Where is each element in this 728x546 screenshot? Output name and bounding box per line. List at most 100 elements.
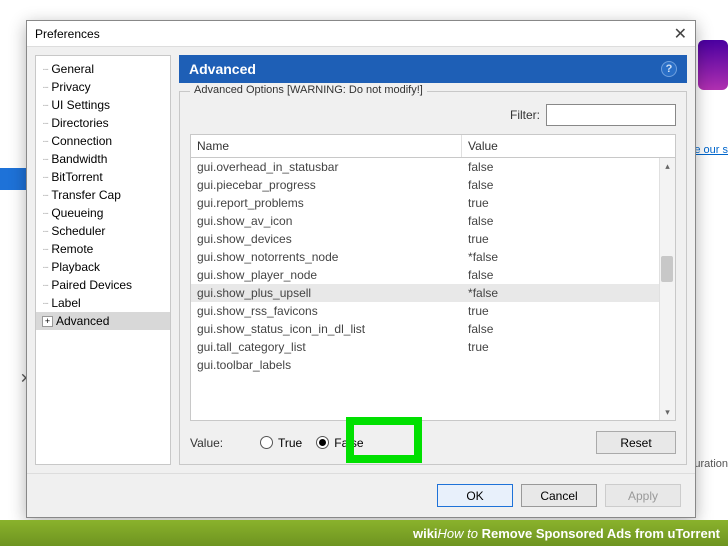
tree-item-privacy[interactable]: ···· Privacy [36, 78, 170, 96]
tree-dotline: ···· [42, 262, 47, 273]
cell-name: gui.piecebar_progress [191, 177, 462, 193]
grid-row[interactable]: gui.show_notorrents_node*false [191, 248, 675, 266]
filter-input[interactable] [546, 104, 676, 126]
tree-dotline: ···· [42, 226, 47, 237]
scrollbar[interactable]: ▴ ▾ [659, 158, 675, 420]
radio-true-circle[interactable] [260, 436, 273, 449]
cell-name: gui.show_status_icon_in_dl_list [191, 321, 462, 337]
tree-item-label: Privacy [51, 80, 90, 94]
tree-item-label: Transfer Cap [51, 188, 121, 202]
tree-dotline: ···· [42, 154, 47, 165]
cell-value: true [462, 231, 675, 247]
cell-name: gui.show_av_icon [191, 213, 462, 229]
cell-value: false [462, 267, 675, 283]
tree-item-label: Playback [51, 260, 100, 274]
col-header-value[interactable]: Value [462, 135, 675, 157]
tree-dotline: ···· [42, 64, 47, 75]
grid-row[interactable]: gui.overhead_in_statusbarfalse [191, 158, 675, 176]
tree-item-transfer-cap[interactable]: ···· Transfer Cap [36, 186, 170, 204]
grid-row[interactable]: gui.show_status_icon_in_dl_listfalse [191, 320, 675, 338]
cell-value: false [462, 177, 675, 193]
tree-item-label: Advanced [56, 314, 109, 328]
ok-button[interactable]: OK [437, 484, 513, 507]
tree-item-label: Directories [51, 116, 108, 130]
background-link[interactable]: e our s [694, 144, 728, 156]
background-accent [698, 40, 728, 90]
grid-row[interactable]: gui.show_devicestrue [191, 230, 675, 248]
tree-dotline: ···· [42, 244, 47, 255]
wikihow-text: wikiHow to Remove Sponsored Ads from uTo… [413, 526, 720, 541]
tree-item-remote[interactable]: ···· Remote [36, 240, 170, 258]
grid-row[interactable]: gui.tall_category_listtrue [191, 338, 675, 356]
tree-item-label: Connection [51, 134, 112, 148]
cell-name: gui.report_problems [191, 195, 462, 211]
tree-dotline: ···· [42, 298, 47, 309]
cell-name: gui.show_player_node [191, 267, 462, 283]
tree-item-bittorrent[interactable]: ····BitTorrent [36, 168, 170, 186]
value-editor-row: Value: True False Reset [190, 431, 676, 454]
tree-dotline: ···· [42, 82, 47, 93]
cell-name: gui.show_plus_upsell [191, 285, 462, 301]
cell-value: false [462, 159, 675, 175]
cell-value: true [462, 339, 675, 355]
tree-item-scheduler[interactable]: ····Scheduler [36, 222, 170, 240]
grid-row[interactable]: gui.show_av_iconfalse [191, 212, 675, 230]
scroll-thumb[interactable] [661, 256, 673, 282]
tree-item-connection[interactable]: ···· Connection [36, 132, 170, 150]
tree-item-label: Bandwidth [51, 152, 107, 166]
background-text: uration [694, 458, 728, 470]
category-tree[interactable]: ····General····Privacy····UI Settings···… [35, 55, 171, 465]
tree-item-label: Paired Devices [51, 278, 132, 292]
wikihow-caption-bar: wikiHow to Remove Sponsored Ads from uTo… [0, 520, 728, 546]
reset-button[interactable]: Reset [596, 431, 676, 454]
cell-name: gui.toolbar_labels [191, 357, 462, 373]
radio-false-label: False [334, 436, 363, 450]
expand-icon[interactable]: + [42, 316, 53, 327]
tree-dotline: ···· [42, 100, 47, 111]
panel-header: Advanced ? [179, 55, 687, 83]
tree-item-playback[interactable]: ···· Playback [36, 258, 170, 276]
background-selected-tab [0, 168, 26, 190]
apply-button[interactable]: Apply [605, 484, 681, 507]
tree-item-ui-settings[interactable]: ····UI Settings [36, 96, 170, 114]
grid-row[interactable]: gui.show_player_nodefalse [191, 266, 675, 284]
grid-row[interactable]: gui.piecebar_progressfalse [191, 176, 675, 194]
tree-dotline: ···· [42, 118, 47, 129]
panel-header-title: Advanced [189, 61, 256, 77]
tree-item-label: Remote [51, 242, 93, 256]
grid-row[interactable]: gui.toolbar_labels [191, 356, 675, 374]
cancel-button[interactable]: Cancel [521, 484, 597, 507]
grid-row[interactable]: gui.report_problemstrue [191, 194, 675, 212]
tree-item-label[interactable]: ····Label [36, 294, 170, 312]
cell-value: *false [462, 249, 675, 265]
scroll-down-icon[interactable]: ▾ [660, 404, 675, 420]
radio-true-label: True [278, 436, 302, 450]
tree-item-queueing[interactable]: ····Queueing [36, 204, 170, 222]
grid-row[interactable]: gui.show_rss_faviconstrue [191, 302, 675, 320]
radio-false-circle[interactable] [316, 436, 329, 449]
tree-item-label: BitTorrent [51, 170, 102, 184]
grid-body[interactable]: gui.overhead_in_statusbarfalsegui.pieceb… [191, 158, 675, 420]
cell-value: true [462, 195, 675, 211]
help-icon[interactable]: ? [661, 61, 677, 77]
radio-false[interactable]: False [316, 436, 363, 450]
tree-item-general[interactable]: ····General [36, 60, 170, 78]
tree-item-advanced[interactable]: +Advanced [36, 312, 170, 330]
advanced-groupbox: Advanced Options [WARNING: Do not modify… [179, 91, 687, 465]
tree-item-directories[interactable]: ···· Directories [36, 114, 170, 132]
col-header-name[interactable]: Name [191, 135, 462, 157]
tree-item-paired-devices[interactable]: ····Paired Devices [36, 276, 170, 294]
options-grid[interactable]: Name Value gui.overhead_in_statusbarfals… [190, 134, 676, 421]
cell-name: gui.show_rss_favicons [191, 303, 462, 319]
tree-item-label: Queueing [51, 206, 103, 220]
close-icon[interactable]: ✕ [674, 24, 687, 44]
radio-true[interactable]: True [260, 436, 302, 450]
preferences-dialog: Preferences ✕ ····General····Privacy····… [26, 20, 696, 518]
tree-item-bandwidth[interactable]: ···· Bandwidth [36, 150, 170, 168]
tree-dotline: ···· [42, 190, 47, 201]
scroll-up-icon[interactable]: ▴ [660, 158, 675, 174]
value-label: Value: [190, 436, 246, 450]
cell-name: gui.show_devices [191, 231, 462, 247]
grid-row[interactable]: gui.show_plus_upsell*false [191, 284, 675, 302]
tree-dotline: ···· [42, 136, 47, 147]
